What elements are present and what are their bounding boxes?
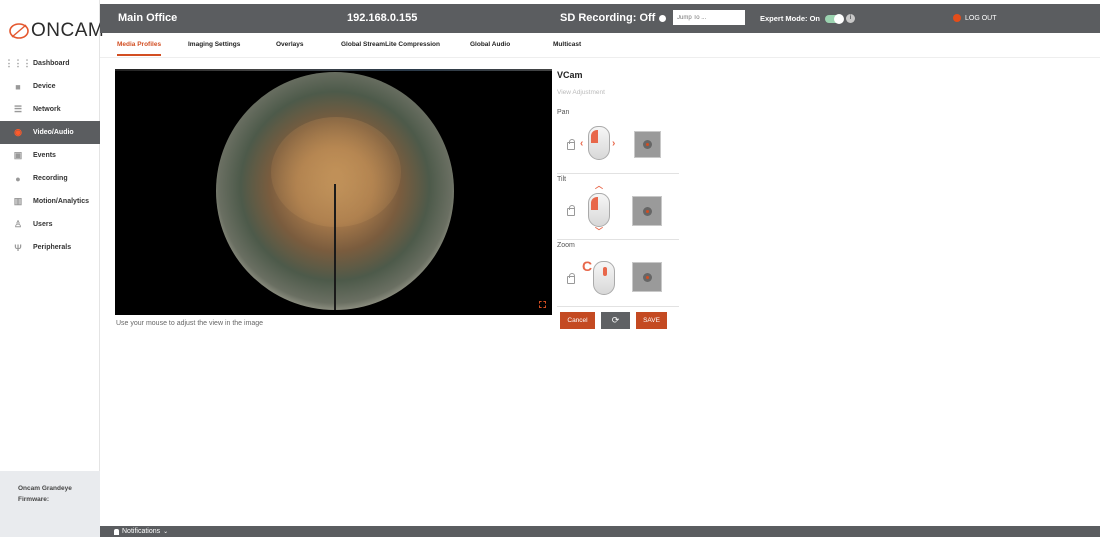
pan-label: Pan — [557, 109, 570, 116]
fisheye-floor — [271, 117, 401, 227]
zoom-preview-dot — [643, 273, 652, 282]
sidebar-item-label: Users — [33, 221, 53, 228]
site-title: Main Office — [118, 12, 178, 24]
tilt-preview-dot — [643, 207, 652, 216]
top-bar: Main Office 192.168.0.155 SD Recording: … — [100, 4, 1100, 33]
sidebar-item-label: Network — [33, 106, 61, 113]
sidebar-item-label: Motion/Analytics — [33, 198, 90, 205]
pan-right-arrow-icon: › — [612, 138, 616, 149]
bell-icon — [114, 528, 119, 535]
sidebar-item-dashboard[interactable]: ⋮⋮⋮ Dashboard — [0, 52, 100, 75]
camera-icon: ■ — [15, 81, 21, 92]
tilt-lock-icon[interactable] — [567, 205, 575, 216]
calendar-icon: ▣ — [13, 150, 23, 160]
tab-global-audio[interactable]: Global Audio — [470, 41, 510, 48]
divider — [557, 239, 679, 240]
fisheye-image[interactable] — [216, 72, 454, 310]
sidebar-item-events[interactable]: ▣ Events — [0, 144, 100, 167]
network-icon: ☰ — [13, 104, 23, 114]
zoom-label: Zoom — [557, 242, 575, 249]
sidebar-item-label: Video/Audio — [33, 129, 74, 136]
mouse-wheel — [603, 267, 607, 276]
tab-global-streamlite-compression[interactable]: Global StreamLite Compression — [341, 41, 440, 48]
tilt-preview[interactable] — [632, 196, 662, 226]
record-icon: ● — [15, 173, 21, 184]
expert-mode-label: Expert Mode: On — [760, 14, 821, 23]
pan-preview-dot — [643, 140, 652, 149]
sidebar-item-users[interactable]: ♙ Users — [0, 213, 100, 236]
sidebar-item-motion-analytics[interactable]: ▥ Motion/Analytics — [0, 190, 100, 213]
user-icon: ♙ — [13, 219, 23, 229]
app-root: ONCAM ⋮⋮⋮ Dashboard ■ Device ☰ Network ◉… — [0, 0, 1100, 537]
zoom-mouse-icon — [593, 261, 615, 295]
tilt-down-arrow-icon: ﹀ — [595, 227, 603, 236]
zoom-rotate-arrow-icon: C — [582, 258, 593, 274]
refresh-button[interactable]: ⟳ — [601, 312, 630, 329]
sd-status-dot-icon — [659, 14, 667, 22]
grid-icon: ⋮⋮⋮ — [4, 58, 32, 68]
notifications-label: Notifications — [122, 528, 161, 535]
tilt-up-arrow-icon: ︿ — [595, 181, 603, 190]
tab-imaging-settings[interactable]: Imaging Settings — [188, 41, 240, 48]
fisheye-video-view[interactable] — [115, 69, 552, 315]
sidebar-item-label: Peripherals — [33, 244, 72, 251]
logout-button[interactable]: LOG OUT — [953, 14, 997, 22]
sidebar-item-recording[interactable]: ● Recording — [0, 167, 100, 190]
cancel-button[interactable]: Cancel — [560, 312, 595, 329]
device-ip: 192.168.0.155 — [347, 12, 418, 24]
zoom-preview[interactable] — [632, 262, 662, 292]
usb-icon: Ψ — [14, 242, 22, 253]
sidebar-item-video-audio[interactable]: ◉ Video/Audio — [0, 121, 100, 144]
sd-recording-status[interactable]: SD Recording: Off — [560, 12, 667, 24]
sidebar: ONCAM ⋮⋮⋮ Dashboard ■ Device ☰ Network ◉… — [0, 0, 104, 537]
info-icon[interactable]: i — [846, 14, 856, 23]
pan-preview[interactable] — [634, 131, 661, 158]
tilt-mouse-icon — [588, 193, 610, 227]
product-name: Oncam Grandeye — [18, 485, 72, 492]
sidebar-item-label: Recording — [33, 175, 68, 182]
view-hint: Use your mouse to adjust the view in the… — [116, 320, 264, 327]
analytics-icon: ▥ — [13, 196, 23, 206]
pan-mouse-icon — [588, 126, 610, 160]
tab-multicast[interactable]: Multicast — [553, 41, 581, 48]
view-adjustment-label: View Adjustment — [557, 89, 605, 96]
fullscreen-icon[interactable] — [539, 301, 546, 308]
sidebar-item-label: Dashboard — [33, 60, 70, 67]
pan-lock-icon[interactable] — [567, 139, 575, 150]
sidebar-item-label: Events — [33, 152, 56, 159]
tab-bar: Media Profiles Imaging Settings Overlays… — [100, 33, 1100, 58]
sidebar-footer: Oncam Grandeye Firmware: — [0, 471, 100, 537]
fisheye-mast — [334, 184, 336, 310]
vcam-title: VCam — [557, 70, 583, 80]
video-top-strip — [115, 69, 552, 71]
save-button[interactable]: SAVE — [636, 312, 667, 329]
oncam-logo[interactable]: ONCAM — [8, 20, 104, 42]
chevron-down-icon: ⌄ — [163, 529, 169, 535]
sidebar-nav: ⋮⋮⋮ Dashboard ■ Device ☰ Network ◉ Video… — [0, 52, 100, 259]
firmware-label: Firmware: — [18, 496, 50, 503]
pan-left-arrow-icon: ‹ — [580, 138, 584, 149]
expert-mode: Expert Mode: On i — [760, 13, 856, 24]
divider — [557, 306, 679, 307]
tab-overlays[interactable]: Overlays — [276, 41, 303, 48]
tab-media-profiles[interactable]: Media Profiles — [117, 41, 162, 56]
expert-mode-toggle[interactable] — [825, 13, 845, 24]
sidebar-item-peripherals[interactable]: Ψ Peripherals — [0, 236, 100, 259]
video-icon: ◉ — [14, 127, 22, 137]
power-icon — [953, 14, 961, 22]
oncam-logo-icon — [9, 23, 29, 39]
sidebar-item-device[interactable]: ■ Device — [0, 75, 100, 98]
notifications-bar[interactable]: Notifications ⌄ — [100, 526, 1100, 537]
logo-text: ONCAM — [31, 20, 105, 41]
mouse-left-button — [591, 130, 598, 143]
zoom-lock-icon[interactable] — [567, 273, 575, 284]
divider — [557, 173, 679, 174]
logout-label: LOG OUT — [965, 14, 997, 22]
sidebar-item-label: Device — [33, 83, 56, 90]
mouse-left-button — [591, 197, 598, 210]
sidebar-item-network[interactable]: ☰ Network — [0, 98, 100, 121]
tilt-label: Tilt — [557, 176, 567, 183]
jump-to-input[interactable] — [673, 10, 745, 25]
sd-recording-label: SD Recording: Off — [560, 12, 656, 24]
